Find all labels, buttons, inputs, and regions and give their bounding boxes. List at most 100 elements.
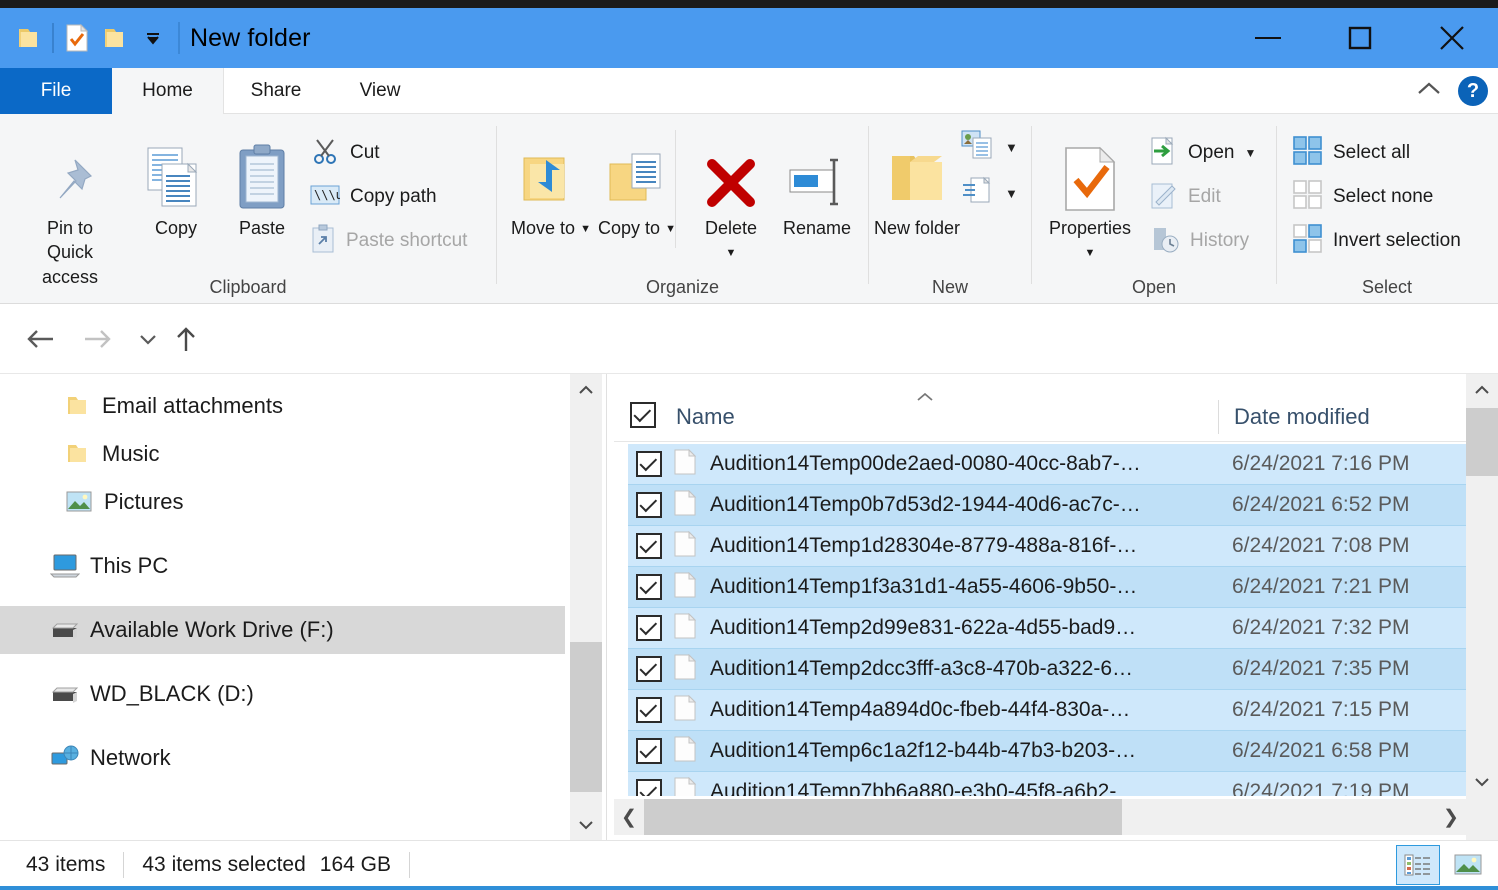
new-item-button[interactable]: ▼: [961, 130, 1018, 164]
chevron-down-icon[interactable]: ▼: [1244, 146, 1256, 160]
recent-locations-icon[interactable]: [128, 319, 168, 359]
hscroll-right-icon[interactable]: ❯: [1436, 799, 1466, 835]
ribbon-group-organize: Move to ▼ Copy to ▼ Delete▼: [497, 114, 868, 304]
table-row[interactable]: Audition14Temp4a894d0c-fbeb-44f4-830a-…6…: [628, 690, 1466, 731]
rename-button[interactable]: Rename: [769, 128, 865, 240]
properties-label: Properties▼: [1049, 216, 1131, 265]
new-folder-icon[interactable]: [96, 19, 134, 57]
row-checkbox[interactable]: [636, 492, 662, 518]
open-button[interactable]: Open ▼: [1150, 136, 1256, 170]
file-list-scroll-thumb[interactable]: [1466, 408, 1498, 476]
paste-clipboard-icon: [234, 128, 290, 212]
scroll-down-icon[interactable]: [1466, 766, 1498, 798]
column-separator[interactable]: [1218, 400, 1219, 434]
row-checkbox[interactable]: [636, 574, 662, 600]
copy-button[interactable]: Copy: [128, 128, 224, 240]
hscroll-left-icon[interactable]: ❮: [614, 799, 644, 835]
select-none-button[interactable]: Select none: [1293, 180, 1433, 214]
chevron-down-icon[interactable]: ▼: [1005, 186, 1018, 201]
file-name: Audition14Temp1d28304e-8779-488a-816f-…: [710, 534, 1137, 558]
row-checkbox[interactable]: [636, 779, 662, 796]
sidebar-item-wd-black[interactable]: WD_BLACK (D:): [0, 670, 565, 718]
copy-path-button[interactable]: \\\u2026 Copy path: [310, 180, 437, 214]
tab-file[interactable]: File: [0, 68, 112, 114]
select-all-button[interactable]: Select all: [1293, 136, 1410, 170]
navpane-scroll-thumb[interactable]: [570, 642, 602, 792]
column-header-date-modified[interactable]: Date modified: [1234, 404, 1370, 430]
pin-to-quick-access-button[interactable]: Pin to Quick access: [22, 128, 118, 289]
hscroll-thumb[interactable]: [644, 799, 1122, 835]
row-checkbox[interactable]: [636, 738, 662, 764]
easy-access-icon: [961, 176, 995, 211]
move-to-button[interactable]: Move to ▼: [503, 128, 599, 240]
sidebar-item-email-attachments[interactable]: Email attachments: [0, 382, 565, 430]
history-button[interactable]: History: [1150, 224, 1249, 258]
new-folder-button[interactable]: New folder: [869, 128, 965, 240]
sidebar-item-pictures[interactable]: Pictures: [0, 478, 565, 526]
sidebar-label: Music: [102, 441, 159, 467]
properties-check-icon[interactable]: [58, 19, 96, 57]
tab-share[interactable]: Share: [224, 68, 328, 114]
row-checkbox[interactable]: [636, 615, 662, 641]
help-icon[interactable]: ?: [1458, 76, 1488, 106]
easy-access-button[interactable]: ▼: [961, 176, 1018, 210]
delete-button[interactable]: Delete▼: [683, 128, 779, 265]
cut-button[interactable]: Cut: [310, 136, 380, 170]
edit-button[interactable]: Edit: [1150, 180, 1221, 214]
sidebar-item-network[interactable]: Network: [0, 734, 565, 782]
rename-label: Rename: [783, 216, 851, 240]
copy-to-button[interactable]: Copy to ▼: [589, 128, 685, 240]
table-row[interactable]: Audition14Temp0b7d53d2-1944-40d6-ac7c-…6…: [628, 485, 1466, 526]
forward-arrow-icon[interactable]: [78, 319, 118, 359]
scroll-down-icon[interactable]: [570, 809, 602, 841]
table-row[interactable]: Audition14Temp2d99e831-622a-4d55-bad9…6/…: [628, 608, 1466, 649]
move-to-folder-icon: [520, 128, 582, 212]
invert-selection-button[interactable]: Invert selection: [1293, 224, 1461, 258]
paste-shortcut-button[interactable]: Paste shortcut: [310, 224, 467, 258]
tab-view[interactable]: View: [328, 68, 432, 114]
table-row[interactable]: Audition14Temp1f3a31d1-4a55-4606-9b50-…6…: [628, 567, 1466, 608]
back-arrow-icon[interactable]: [20, 319, 60, 359]
details-view-button[interactable]: [1396, 845, 1440, 885]
table-row[interactable]: Audition14Temp7bb6a880-e3b0-45f8-a6b2-6/…: [628, 772, 1466, 796]
scroll-up-icon[interactable]: [1466, 374, 1498, 406]
title-bar: New folder: [0, 8, 1498, 68]
new-group-label: New: [869, 277, 1031, 298]
table-row[interactable]: Audition14Temp1d28304e-8779-488a-816f-…6…: [628, 526, 1466, 567]
row-checkbox[interactable]: [636, 451, 662, 477]
table-row[interactable]: Audition14Temp2dcc3fff-a3c8-470b-a322-6……: [628, 649, 1466, 690]
file-list-hscrollbar[interactable]: ❮ ❯: [614, 799, 1466, 835]
maximize-icon[interactable]: [1314, 8, 1406, 68]
row-checkbox[interactable]: [636, 697, 662, 723]
minimize-icon[interactable]: [1222, 8, 1314, 68]
paste-button[interactable]: Paste: [214, 128, 310, 240]
scroll-up-icon[interactable]: [570, 374, 602, 406]
folder-icon[interactable]: [10, 19, 48, 57]
column-header-name[interactable]: Name: [676, 404, 735, 430]
properties-button[interactable]: Properties▼: [1042, 128, 1138, 265]
close-icon[interactable]: [1406, 8, 1498, 68]
sidebar-item-music[interactable]: Music: [0, 430, 565, 478]
folder-icon: [66, 442, 90, 466]
chevron-down-icon[interactable]: ▼: [1005, 140, 1018, 155]
paste-shortcut-label: Paste shortcut: [346, 230, 467, 252]
file-name: Audition14Temp00de2aed-0080-40cc-8ab7-…: [710, 452, 1141, 476]
sidebar-item-this-pc[interactable]: This PC: [0, 542, 565, 590]
file-name: Audition14Temp1f3a31d1-4a55-4606-9b50-…: [710, 575, 1137, 599]
up-arrow-icon[interactable]: [166, 319, 206, 359]
file-date-modified: 6/24/2021 7:19 PM: [1232, 780, 1409, 796]
table-row[interactable]: Audition14Temp6c1a2f12-b44b-47b3-b203-…6…: [628, 731, 1466, 772]
large-icons-view-button[interactable]: [1446, 845, 1490, 885]
row-checkbox[interactable]: [636, 533, 662, 559]
file-list-vscrollbar[interactable]: [1466, 374, 1498, 841]
sidebar-item-available-work-drive[interactable]: Available Work Drive (F:): [0, 606, 565, 654]
chevron-up-icon[interactable]: [1414, 79, 1444, 104]
select-all-checkbox[interactable]: [630, 402, 656, 428]
customize-caret-icon[interactable]: [134, 19, 172, 57]
navpane-scrollbar[interactable]: [570, 374, 602, 841]
tab-home[interactable]: Home: [112, 68, 224, 114]
table-row[interactable]: Audition14Temp00de2aed-0080-40cc-8ab7-…6…: [628, 444, 1466, 485]
row-checkbox[interactable]: [636, 656, 662, 682]
new-folder-label: New folder: [874, 216, 960, 240]
sidebar-label: Network: [90, 745, 171, 771]
